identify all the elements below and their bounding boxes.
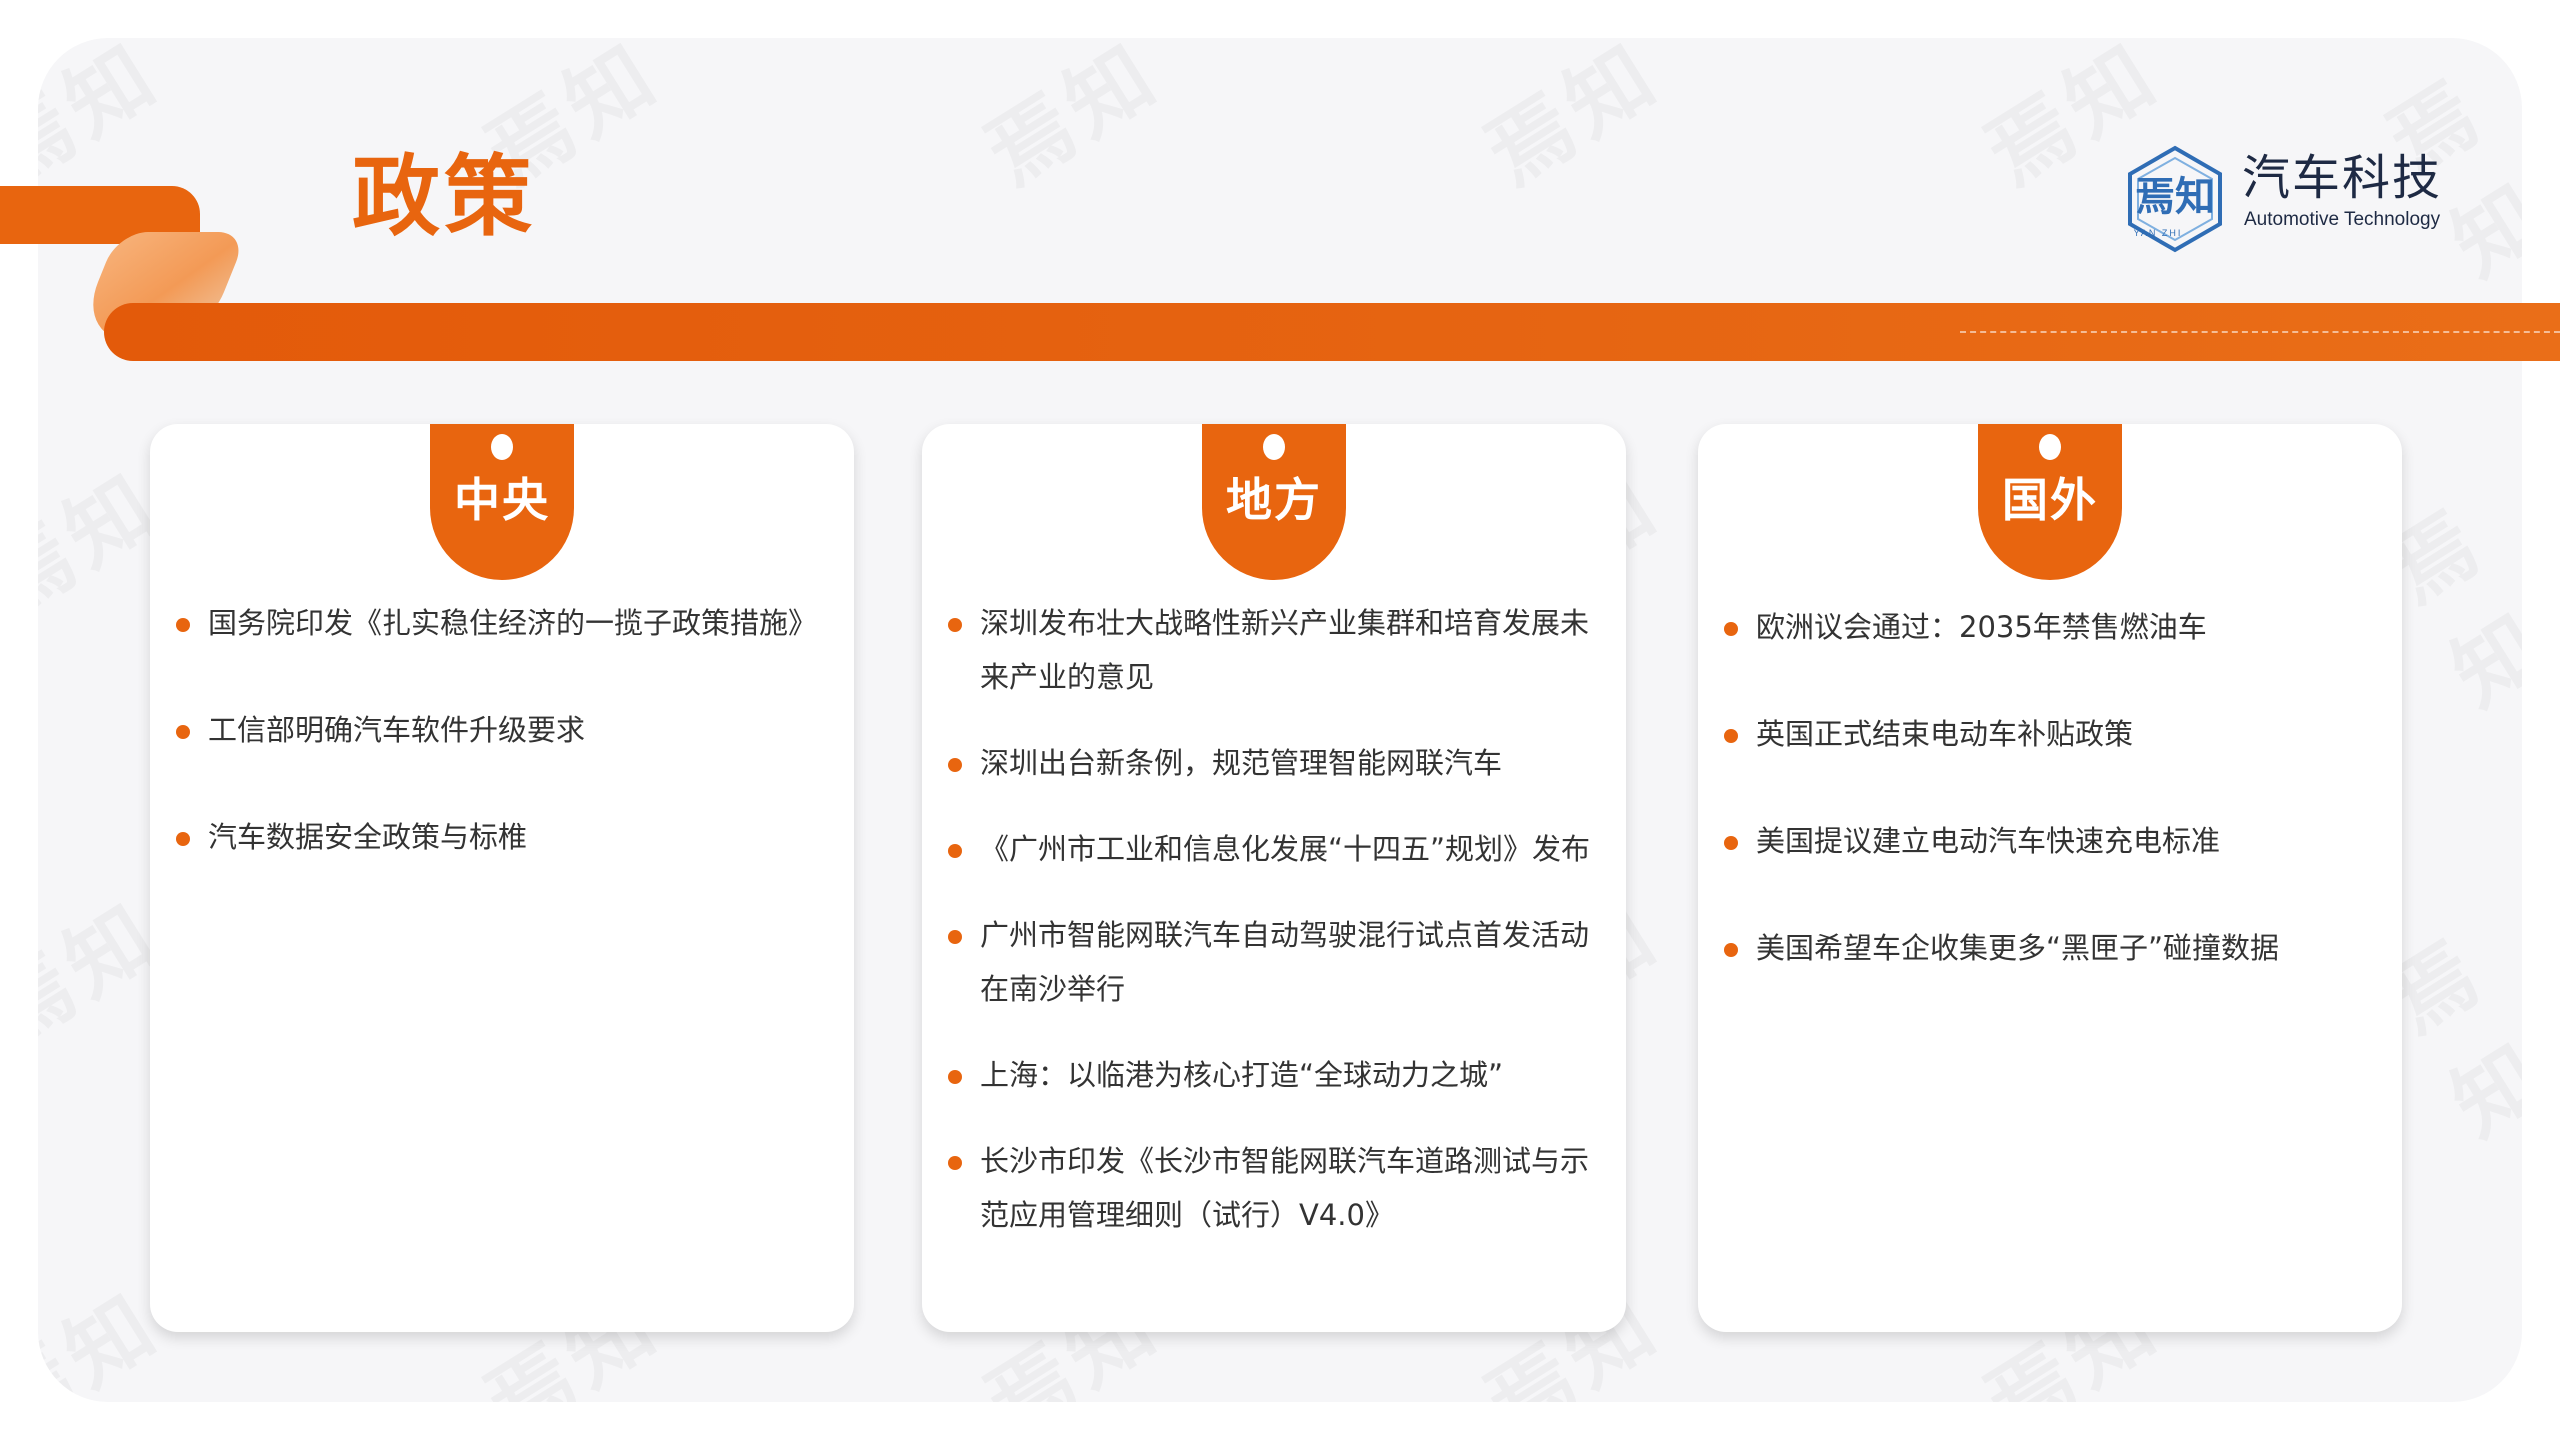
list-item: 上海：以临港为核心打造“全球动力之城”: [948, 1048, 1602, 1102]
list-item: 长沙市印发《长沙市智能网联汽车道路测试与示范应用管理细则（试行）V4.0》: [948, 1134, 1602, 1242]
policy-list: 深圳发布壮大战略性新兴产业集群和培育发展未来产业的意见 深圳出台新条例，规范管理…: [948, 596, 1602, 1274]
card-tab-label: 中央: [454, 473, 550, 527]
list-item: 欧洲议会通过：2035年禁售燃油车: [1724, 600, 2378, 654]
policy-list: 国务院印发《扎实稳住经济的一揽子政策措施》 工信部明确汽车软件升级要求 汽车数据…: [176, 596, 830, 917]
list-item: 广州市智能网联汽车自动驾驶混行试点首发活动在南沙举行: [948, 908, 1602, 1016]
yanzhi-hexagon-logo-icon: 焉知 YAN ZHI: [2128, 145, 2222, 253]
card-tab: 中央: [430, 424, 574, 580]
header-ribbon-dashed-line: [1960, 331, 2560, 333]
list-item: 国务院印发《扎实稳住经济的一揽子政策措施》: [176, 596, 830, 650]
logo-mark-subtext: YAN ZHI: [2134, 228, 2183, 238]
tab-dot: [1263, 434, 1285, 460]
tab-dot: [491, 434, 513, 460]
watermark: 焉知: [1460, 38, 1680, 209]
policy-card-local: 地方 深圳发布壮大战略性新兴产业集群和培育发展未来产业的意见 深圳出台新条例，规…: [922, 424, 1626, 1332]
watermark: 焉知: [38, 38, 180, 209]
page-title: 政策: [352, 145, 537, 248]
list-item: 美国希望车企收集更多“黑匣子”碰撞数据: [1724, 921, 2378, 975]
policy-card-central: 中央 国务院印发《扎实稳住经济的一揽子政策措施》 工信部明确汽车软件升级要求 汽…: [150, 424, 854, 1332]
tab-dot: [2039, 434, 2061, 460]
card-tab-label: 国外: [2002, 473, 2098, 527]
list-item: 英国正式结束电动车补贴政策: [1724, 707, 2378, 761]
logo-name-cn: 汽车科技: [2242, 150, 2443, 206]
watermark: 焉知: [960, 38, 1180, 209]
list-item: 深圳出台新条例，规范管理智能网联汽车: [948, 736, 1602, 790]
policy-card-foreign: 国外 欧洲议会通过：2035年禁售燃油车 英国正式结束电动车补贴政策 美国提议建…: [1698, 424, 2402, 1332]
policy-list: 欧洲议会通过：2035年禁售燃油车 英国正式结束电动车补贴政策 美国提议建立电动…: [1724, 600, 2378, 1028]
list-item: 美国提议建立电动汽车快速充电标准: [1724, 814, 2378, 868]
card-tab-label: 地方: [1226, 473, 1322, 527]
list-item: 深圳发布壮大战略性新兴产业集群和培育发展未来产业的意见: [948, 596, 1602, 704]
logo-name-en: Automotive Technology: [2244, 209, 2441, 230]
list-item: 汽车数据安全政策与标椎: [176, 810, 830, 864]
logo-mark-text: 焉知: [2135, 174, 2215, 220]
list-item: 《广州市工业和信息化发展“十四五”规划》发布: [948, 822, 1602, 876]
list-item: 工信部明确汽车软件升级要求: [176, 703, 830, 757]
card-tab: 国外: [1978, 424, 2122, 580]
card-tab: 地方: [1202, 424, 1346, 580]
brand-logo: 焉知 YAN ZHI 汽车科技 Automotive Technology: [2120, 144, 2450, 254]
